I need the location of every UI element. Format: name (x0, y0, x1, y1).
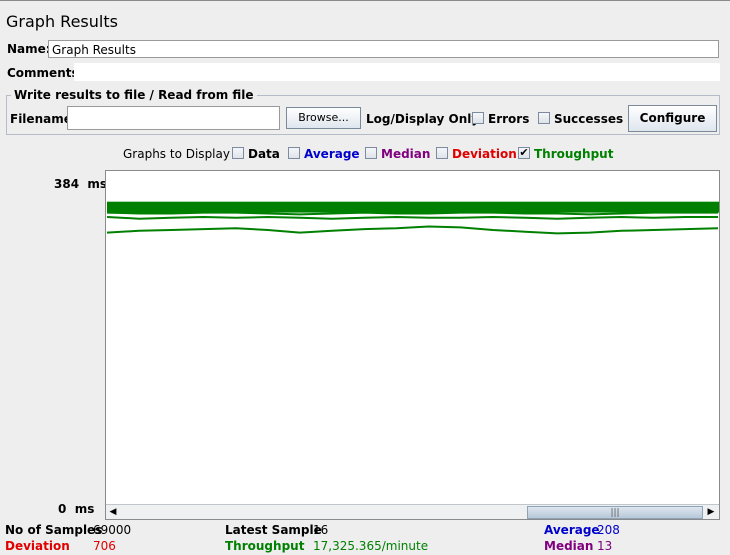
throughput-series-line-1 (106, 211, 718, 216)
average-stat-value: 208 (597, 523, 620, 537)
comments-input[interactable] (74, 63, 720, 81)
page-title: Graph Results (6, 12, 118, 31)
checkmark-icon: ✔ (519, 146, 529, 159)
samples-label: No of Samples (5, 523, 103, 537)
average-checkbox[interactable] (288, 147, 300, 159)
arrow-left-icon: ◀ (109, 507, 117, 517)
comments-label: Comments: (7, 66, 84, 80)
throughput-stat-value: 17,325.365/minute (313, 539, 429, 553)
median-graph-label: Median (381, 147, 431, 161)
average-stat-label: Average (544, 523, 600, 537)
graph-horizontal-scrollbar[interactable]: ◀ ||| ▶ (106, 504, 719, 519)
data-graph-label: Data (248, 147, 280, 161)
deviation-stat-value: 706 (93, 539, 116, 553)
successes-checkbox[interactable] (538, 112, 550, 124)
filename-label: Filename (10, 112, 72, 126)
configure-button[interactable]: Configure (628, 105, 717, 132)
deviation-checkbox[interactable] (436, 147, 448, 159)
average-graph-label: Average (304, 147, 360, 161)
errors-checkbox[interactable] (472, 112, 484, 124)
throughput-chart (106, 201, 719, 235)
median-checkbox[interactable] (365, 147, 377, 159)
samples-value: 69000 (93, 523, 132, 537)
throughput-series-line-2 (106, 215, 718, 220)
latest-sample-value: 16 (313, 523, 329, 537)
y-axis-max-label: 384 ms (54, 177, 108, 191)
graphs-to-display-label: Graphs to Display (123, 147, 230, 161)
deviation-graph-label: Deviation (452, 147, 517, 161)
median-stat-label: Median (544, 539, 594, 553)
throughput-series-line-3 (106, 225, 719, 235)
throughput-stat-label: Throughput (225, 539, 305, 553)
y-axis-min-label: 0 ms (58, 502, 95, 516)
name-label: Name: (7, 42, 51, 56)
data-checkbox[interactable] (232, 147, 244, 159)
median-stat-value: 13 (597, 539, 613, 553)
graph-plot-area (105, 170, 720, 520)
latest-sample-label: Latest Sample (225, 523, 322, 537)
throughput-graph-label: Throughput (534, 147, 614, 161)
deviation-stat-label: Deviation (5, 539, 70, 553)
file-group-legend: Write results to file / Read from file (11, 88, 257, 102)
throughput-checkbox[interactable]: ✔ (518, 147, 530, 159)
errors-label: Errors (488, 112, 530, 126)
scroll-right-button[interactable]: ▶ (704, 505, 718, 519)
arrow-right-icon: ▶ (707, 507, 715, 517)
browse-button[interactable]: Browse... (286, 107, 361, 129)
scrollbar-thumb[interactable]: ||| (527, 506, 703, 519)
name-input[interactable]: Graph Results (48, 40, 719, 58)
scroll-left-button[interactable]: ◀ (106, 505, 120, 519)
successes-label: Successes (554, 112, 624, 126)
log-display-only-label: Log/Display Only: (366, 112, 484, 126)
filename-input[interactable] (67, 106, 280, 130)
window-top-border (0, 0, 730, 1)
